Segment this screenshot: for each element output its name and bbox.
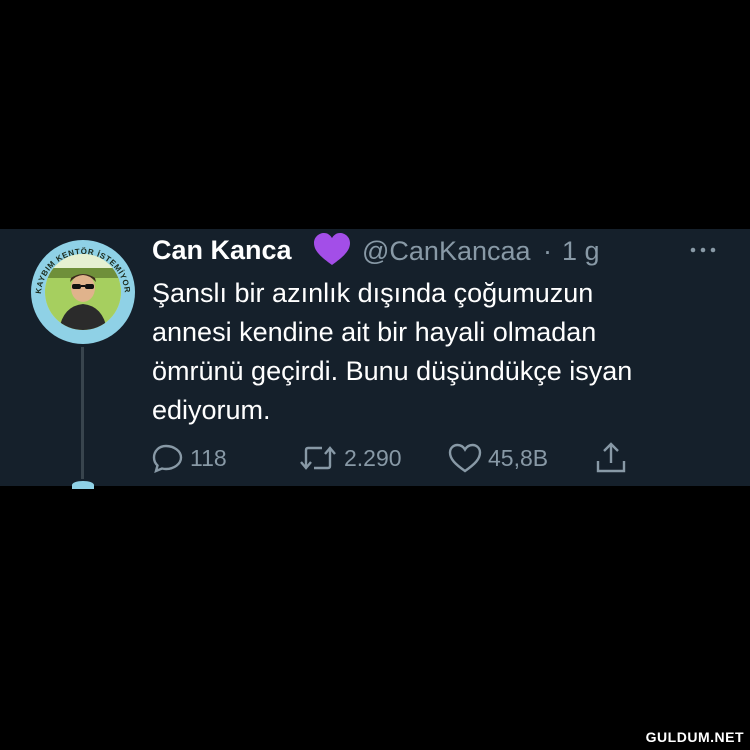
timestamp[interactable]: 1 g bbox=[562, 236, 600, 267]
display-name[interactable]: Can Kanca bbox=[152, 235, 292, 266]
next-avatar-edge bbox=[72, 481, 94, 489]
retweet-icon bbox=[300, 446, 336, 470]
like-button[interactable]: 45,8B bbox=[448, 441, 548, 475]
purple-heart-icon bbox=[313, 233, 351, 272]
action-bar: 118 2.290 45,8B bbox=[152, 441, 652, 475]
site-watermark: GULDUM.NET bbox=[645, 729, 744, 745]
user-handle[interactable]: @CanKancaa bbox=[362, 236, 531, 267]
tweet-text-line: ediyorum. bbox=[152, 395, 271, 425]
avatar-photo bbox=[45, 254, 121, 330]
tweet-card[interactable]: KAYBIM KENTÖR İSTEMİYORUZ Can Kanca @ bbox=[0, 229, 750, 489]
share-button[interactable] bbox=[594, 441, 628, 475]
tweet-text: Şanslı bir azınlık dışında çoğumuzun ann… bbox=[152, 274, 732, 430]
reply-icon bbox=[152, 444, 183, 473]
retweet-count: 2.290 bbox=[344, 444, 402, 471]
tweet-text-line: annesi kendine ait bir hayali olmadan bbox=[152, 317, 597, 347]
reply-count: 118 bbox=[190, 444, 227, 471]
thread-line bbox=[81, 347, 84, 479]
avatar[interactable]: KAYBIM KENTÖR İSTEMİYORUZ bbox=[31, 240, 135, 344]
separator-dot: · bbox=[543, 236, 552, 266]
reply-button[interactable]: 118 bbox=[152, 441, 227, 475]
heart-icon bbox=[448, 443, 482, 473]
share-icon bbox=[596, 442, 626, 473]
tweet-text-line: ömrünü geçirdi. Bunu düşündükçe isyan bbox=[152, 356, 633, 386]
tweet-text-line: Şanslı bir azınlık dışında çoğumuzun bbox=[152, 278, 594, 308]
retweet-button[interactable]: 2.290 bbox=[298, 441, 402, 475]
like-count: 45,8B bbox=[488, 444, 549, 471]
more-options-icon[interactable] bbox=[688, 243, 718, 257]
